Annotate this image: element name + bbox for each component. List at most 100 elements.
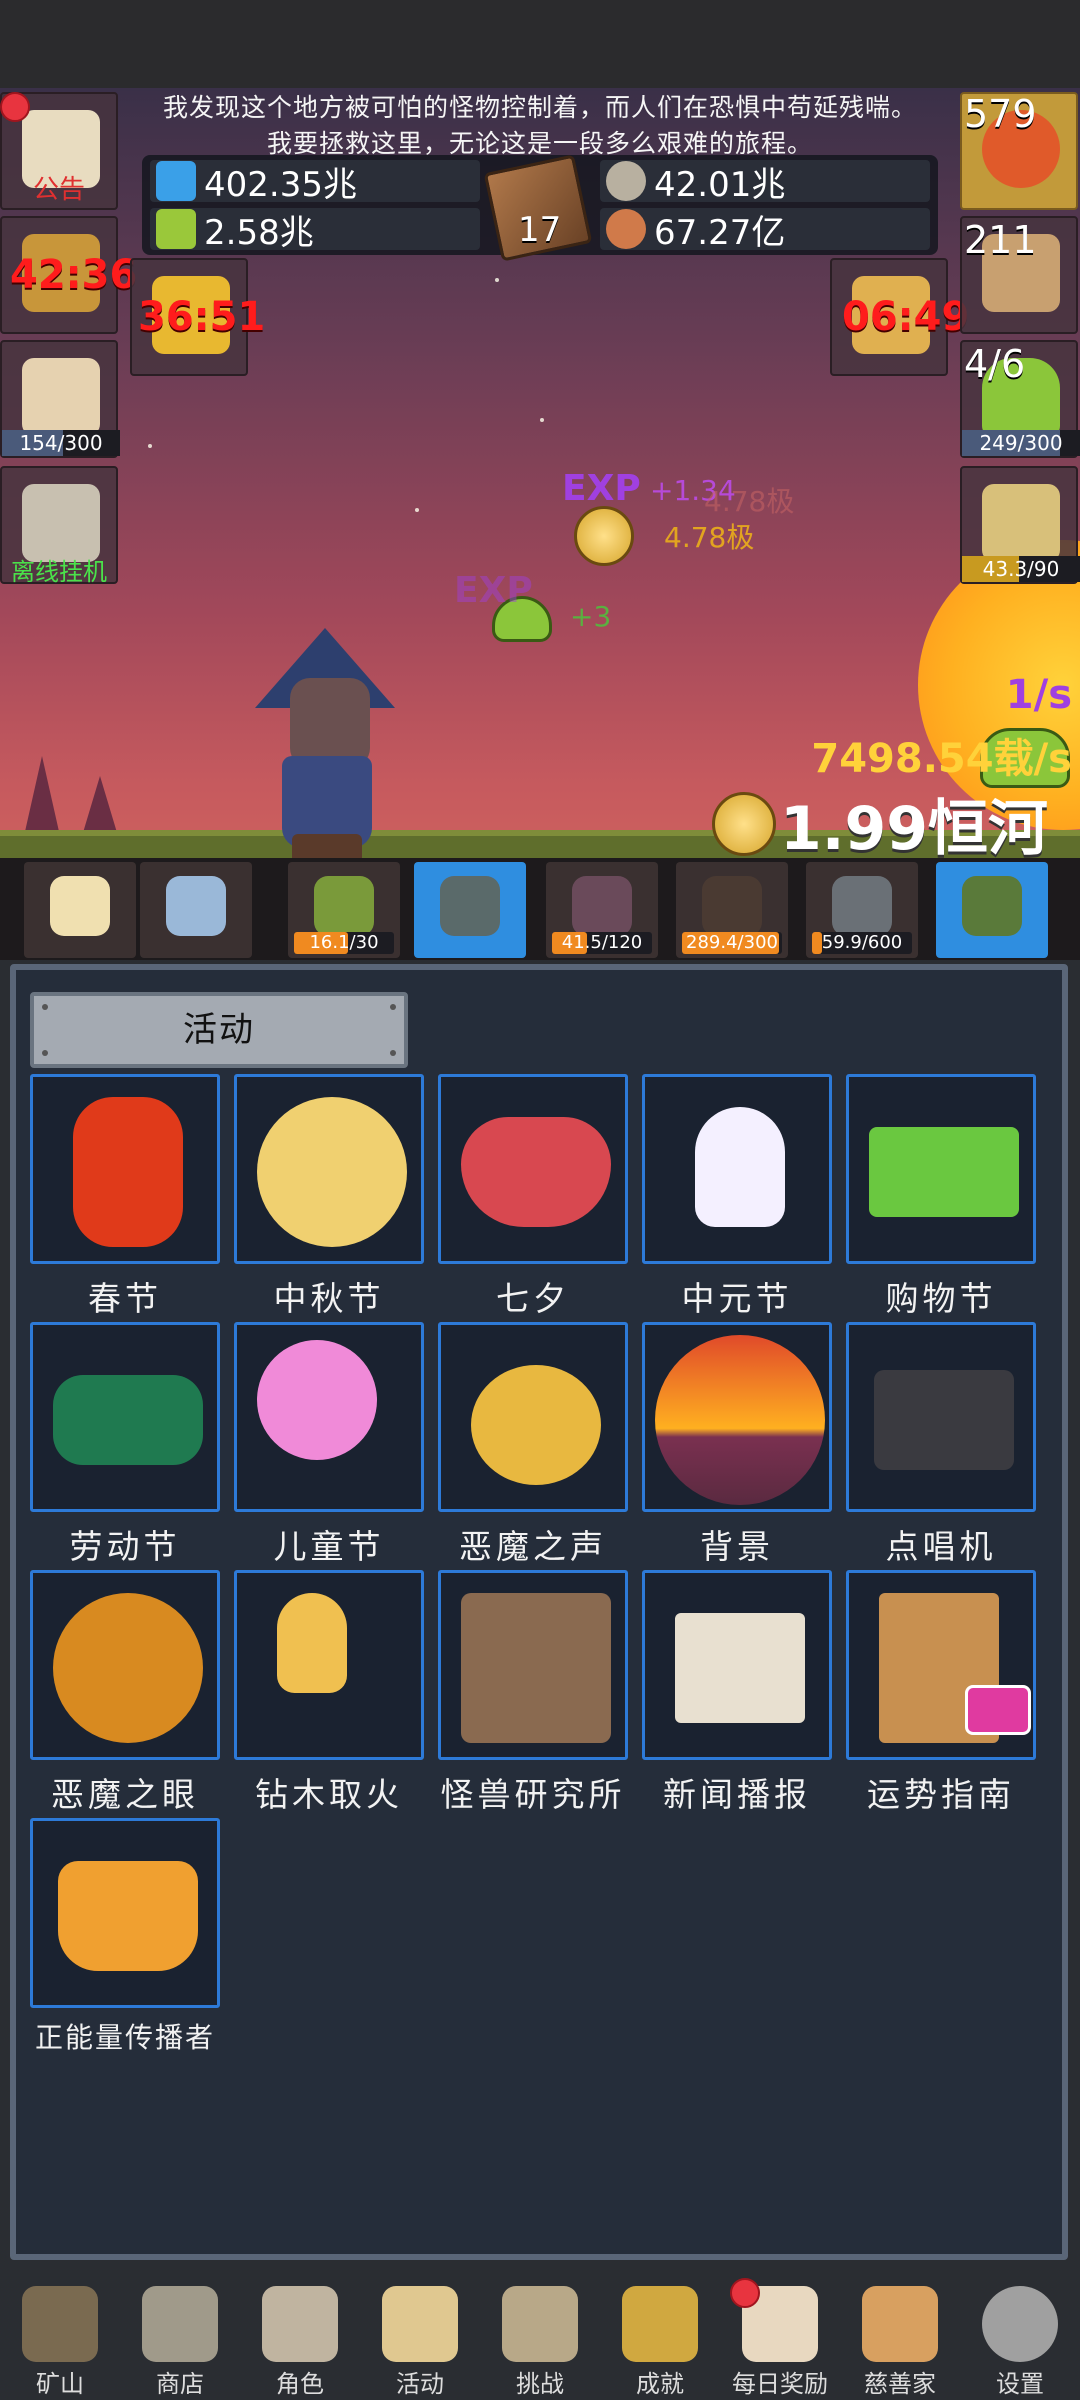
moon-icon (257, 1097, 407, 1247)
treasure-button[interactable]: 36:51 (130, 258, 265, 376)
sword-button[interactable]: 43.3/90 (960, 466, 1080, 584)
meat-icon (606, 209, 646, 249)
monster-slot-egg[interactable] (140, 862, 252, 958)
nav-label: 成就 (636, 2370, 684, 2398)
map-icon (502, 2286, 578, 2362)
meat-resource: 67.27亿 (600, 208, 930, 253)
nav-item[interactable]: 设置 (960, 2272, 1080, 2400)
nav-label: 活动 (396, 2370, 444, 2398)
lantern-icon (22, 2286, 98, 2362)
eye-icon (53, 1593, 203, 1743)
monster-slot-orc[interactable] (936, 862, 1048, 958)
monster-progress-text: 289.4/300 (686, 932, 778, 953)
monster-slot-green-blob[interactable]: 16.1/30 (288, 862, 400, 958)
activity-tile[interactable] (846, 1074, 1036, 1264)
key-icon (22, 484, 100, 562)
activity-tile-label: 劳动节 (69, 1527, 181, 1566)
drink-button[interactable]: 154/300 (0, 340, 120, 458)
notice-button[interactable]: 公告 (0, 92, 118, 210)
nav-label: 矿山 (36, 2370, 84, 2398)
activity-tile[interactable] (438, 1322, 628, 1512)
nav-item[interactable]: 慈善家 (840, 2272, 960, 2400)
status-bar (0, 0, 1080, 88)
bread-icon (862, 2286, 938, 2362)
activity-tile-label: 钻木取火 (255, 1775, 403, 1814)
activity-tile[interactable] (642, 1570, 832, 1760)
fire-stick-icon (277, 1593, 347, 1693)
activity-tile[interactable] (642, 1322, 832, 1512)
activity-tile-label: 中秋节 (273, 1279, 385, 1318)
egg-icon (166, 876, 226, 936)
activity-tile[interactable] (642, 1074, 832, 1264)
monster-slot-spider[interactable]: 289.4/300 (676, 862, 788, 958)
nav-item[interactable]: 成就 (600, 2272, 720, 2400)
nav-label: 慈善家 (864, 2370, 936, 2398)
nav-item[interactable]: 挑战 (480, 2272, 600, 2400)
tab-activity[interactable]: 活动 (30, 992, 408, 1068)
sunset-icon (655, 1335, 825, 1505)
drink-progress-text: 154/300 (19, 431, 103, 455)
treasure-timer: 36:51 (138, 294, 266, 340)
sword-icon (982, 484, 1060, 562)
monster-progress-bar: 16.1/30 (294, 932, 394, 954)
activity-tile[interactable] (438, 1570, 628, 1760)
silver-coin-icon (606, 161, 646, 201)
activity-tile[interactable] (30, 1818, 220, 2008)
stone-icon (142, 2286, 218, 2362)
blue-potion-resource: 402.35兆 (150, 160, 480, 205)
activity-tile-label: 怪兽研究所 (440, 1775, 626, 1814)
cassette-icon (874, 1370, 1014, 1470)
bell-icon (471, 1365, 601, 1485)
book-count: 17 (518, 210, 562, 250)
offline-button[interactable]: 离线挂机 (0, 466, 118, 586)
activity-tile[interactable] (234, 1570, 424, 1760)
blue-potion-icon (156, 161, 196, 201)
monster-slot-zombie[interactable] (414, 862, 526, 958)
torch-timer: 42:36 (10, 252, 138, 298)
potion-button[interactable]: 579 (960, 92, 1078, 210)
activity-tile-label: 儿童节 (273, 1527, 385, 1566)
potion-count: 579 (964, 92, 1037, 136)
slime-progress-bar: 249/300 (962, 430, 1080, 456)
nav-label: 挑战 (516, 2370, 564, 2398)
notice-label: 公告 (32, 175, 85, 205)
monster-progress-bar: 289.4/300 (682, 932, 782, 954)
activity-tile-label: 恶魔之眼 (51, 1775, 199, 1814)
sword-progress-text: 43.3/90 (982, 557, 1060, 581)
nav-item[interactable]: 矿山 (0, 2272, 120, 2400)
activity-tile[interactable] (846, 1322, 1036, 1512)
activity-tile[interactable] (846, 1570, 1036, 1760)
bat-icon (572, 876, 632, 936)
nav-label: 每日奖励 (732, 2370, 828, 2398)
activity-tile[interactable] (234, 1074, 424, 1264)
activity-tile[interactable] (30, 1074, 220, 1264)
slime-button[interactable]: 4/6 249/300 (960, 340, 1080, 458)
monster-slot-reaper[interactable]: 59.9/600 (806, 862, 918, 958)
beer-mug-icon (22, 358, 100, 436)
torch-button[interactable]: 42:36 (0, 216, 137, 334)
activity-tile[interactable] (438, 1074, 628, 1264)
activity-tile[interactable] (30, 1570, 220, 1760)
star (495, 278, 499, 282)
silver-resource: 42.01兆 (600, 160, 930, 205)
nav-item[interactable]: 商店 (120, 2272, 240, 2400)
notice-red-dot (0, 92, 30, 122)
monster-slot-candle[interactable] (24, 862, 136, 958)
nav-item[interactable]: 角色 (240, 2272, 360, 2400)
key-icon (622, 2286, 698, 2362)
crown-icon (58, 1861, 198, 1971)
nav-item[interactable]: 活动 (360, 2272, 480, 2400)
activity-tile-label: 恶魔之声 (459, 1527, 607, 1566)
monster-slot-bat[interactable]: 41.5/120 (546, 862, 658, 958)
activity-tile-label: 购物节 (885, 1279, 997, 1318)
brush-icon (53, 1375, 203, 1465)
activity-tile[interactable] (234, 1322, 424, 1512)
activity-tile-label: 新闻播报 (663, 1775, 811, 1814)
star (148, 444, 152, 448)
chest-button[interactable]: 211 (960, 216, 1078, 334)
gold-bar-button[interactable]: 06:49 (830, 258, 969, 376)
witch-face (290, 678, 370, 768)
sword-progress-bar: 43.3/90 (962, 556, 1080, 582)
activity-tile[interactable] (30, 1322, 220, 1512)
lab-icon (461, 1593, 611, 1743)
